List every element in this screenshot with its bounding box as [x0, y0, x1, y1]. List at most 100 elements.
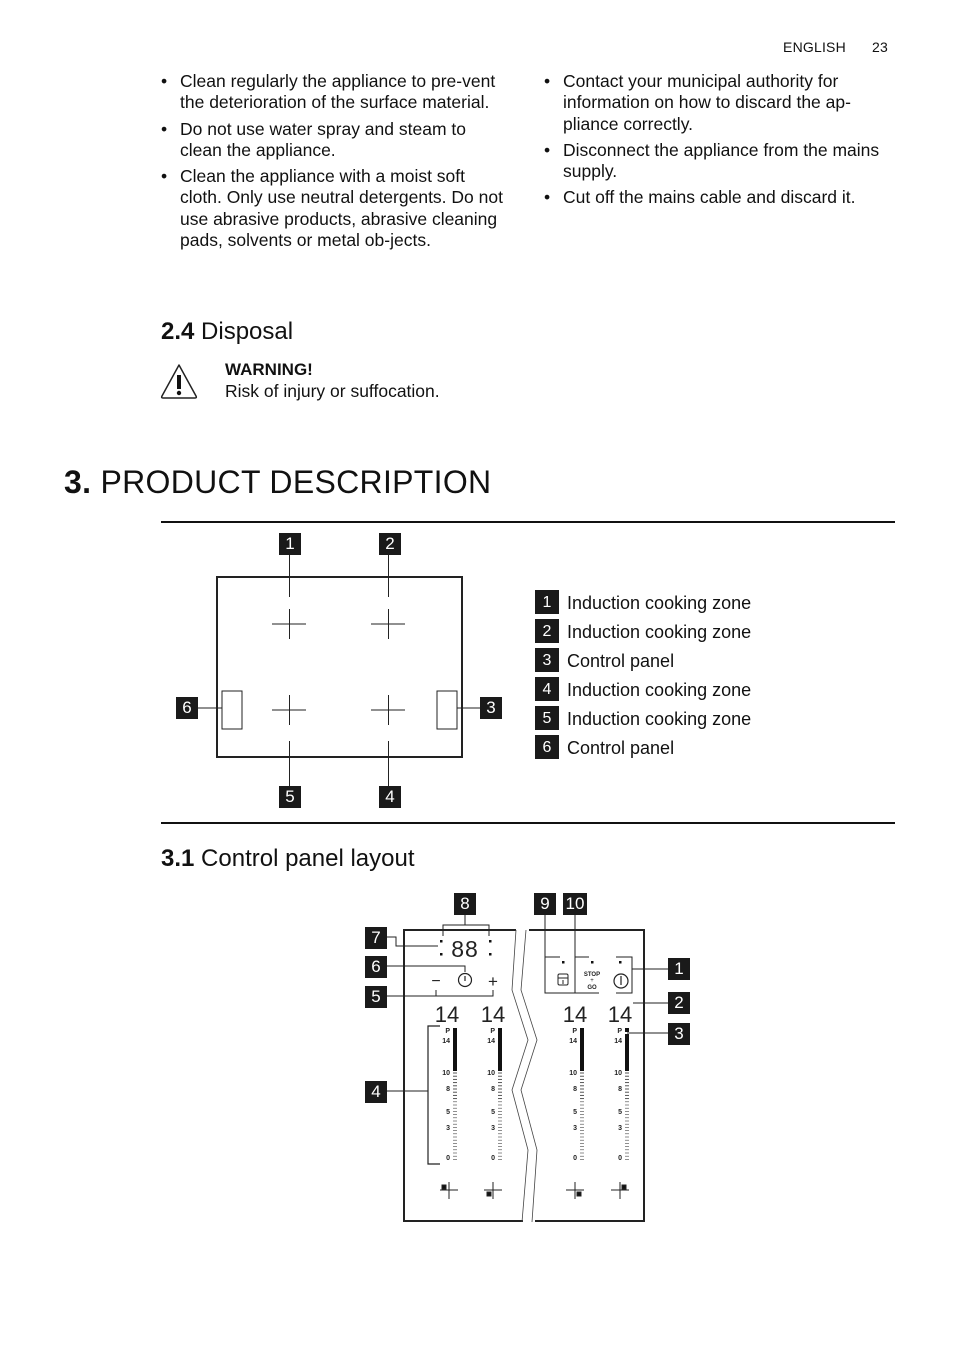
legend-label: Control panel — [567, 651, 675, 671]
zone-indicator-icon — [484, 1182, 502, 1199]
slider-scale-label: 5 — [491, 1109, 495, 1116]
slider-scale-label: 5 — [618, 1109, 622, 1116]
lock-button-frame — [544, 956, 575, 994]
callout-badge-6: 6 — [365, 956, 387, 978]
section-number: 2.4 — [161, 318, 195, 345]
legend-label: Control panel — [567, 738, 675, 758]
callout-badge-4: 4 — [379, 786, 401, 808]
page-header: ENGLISH 23 — [783, 39, 888, 55]
legend-number: 3 — [535, 648, 559, 672]
slider-scale-label: 10 — [487, 1070, 495, 1077]
callout-badge-3: 3 — [480, 697, 502, 719]
page-number: 23 — [872, 39, 888, 55]
zone-cross-1 — [272, 609, 306, 639]
callout-badge-5: 5 — [365, 986, 387, 1008]
zone-indicator-icon — [440, 1182, 458, 1199]
slider-scale-label: 14 — [442, 1038, 450, 1045]
slider-scale-label: 8 — [446, 1086, 450, 1093]
callout-badge-8: 8 — [454, 893, 476, 915]
slider-scale-label: 0 — [618, 1155, 622, 1162]
callout-badge-1: 1 — [279, 533, 301, 555]
list-item: Clean the appliance with a moist soft cl… — [161, 166, 511, 251]
power-slider[interactable]: P 14 10 8 5 3 0 — [442, 1028, 457, 1162]
list-item: Cut off the mains cable and discard it. — [544, 187, 894, 209]
slider-scale-label: 0 — [446, 1155, 450, 1162]
stop-go-button-frame — [574, 956, 599, 994]
chapter-heading: 3. PRODUCT DESCRIPTION — [64, 464, 491, 501]
zone-display-2: 14 — [481, 1002, 505, 1027]
warning-triangle-icon — [159, 362, 199, 405]
slider-scale-label: 14 — [569, 1038, 577, 1045]
power-sliders: P 14 10 8 5 3 0 P 14 10 8 5 3 0 P 14 10 8 5 3 0 P 14 10 8 5 3 0 — [442, 1028, 629, 1162]
list-item: Clean regularly the appliance to pre-ven… — [161, 71, 511, 114]
power-slider[interactable]: P 14 10 8 5 3 0 — [614, 1028, 629, 1162]
divider — [161, 822, 895, 824]
callout-badge-2: 2 — [668, 992, 690, 1014]
callout-badge-6: 6 — [176, 697, 198, 719]
slider-scale-label: 5 — [573, 1109, 577, 1116]
zone-display-1: 14 — [435, 1002, 459, 1027]
legend-item: 5 Induction cooking zone — [535, 701, 751, 730]
slider-scale-label: 8 — [618, 1086, 622, 1093]
zone-cross-2 — [371, 609, 405, 639]
chapter-title: PRODUCT DESCRIPTION — [100, 464, 492, 500]
timer-icon — [457, 972, 473, 988]
lock-icon — [557, 973, 569, 986]
list-item: Do not use water spray and steam to clea… — [161, 119, 511, 162]
zone-cross-4 — [371, 695, 405, 725]
section-heading-disposal: 2.4 Disposal — [161, 318, 293, 346]
slider-scale-label: 14 — [614, 1038, 622, 1045]
legend-item: 3 Control panel — [535, 643, 751, 672]
section-title: Control panel layout — [201, 845, 415, 872]
slider-fill — [580, 1028, 584, 1071]
break-line — [520, 929, 538, 1223]
slider-scale-label: 10 — [442, 1070, 450, 1077]
slider-scale-label: P — [572, 1028, 577, 1035]
legend-label: Induction cooking zone — [567, 709, 752, 729]
callout-badge-4: 4 — [365, 1081, 387, 1103]
legend-number: 6 — [535, 735, 559, 759]
slider-scale-label: 3 — [618, 1125, 622, 1132]
legend-label: Induction cooking zone — [567, 622, 752, 642]
disposal-bullet-list: Contact your municipal authority for inf… — [544, 71, 894, 214]
svg-text:GO: GO — [587, 985, 597, 991]
panel-frame-left — [403, 929, 516, 1222]
slider-scale-label: 10 — [614, 1070, 622, 1077]
section-number: 3.1 — [161, 845, 195, 872]
power-slider[interactable]: P 14 10 8 5 3 0 — [487, 1028, 502, 1162]
callout-badge-2: 2 — [379, 533, 401, 555]
legend-number: 5 — [535, 706, 559, 730]
slider-scale-label: 3 — [491, 1125, 495, 1132]
slider-scale-label: 10 — [569, 1070, 577, 1077]
slider-scale-label: 5 — [446, 1109, 450, 1116]
language-label: ENGLISH — [783, 39, 846, 55]
timer-display: 88 — [451, 936, 479, 962]
slider-fill — [625, 1034, 629, 1071]
power-slider[interactable]: P 14 10 8 5 3 0 — [569, 1028, 584, 1162]
legend-item: 2 Induction cooking zone — [535, 614, 751, 643]
warning-title: WARNING! — [225, 360, 313, 379]
legend-item: 4 Induction cooking zone — [535, 672, 751, 701]
legend-label: Induction cooking zone — [567, 680, 752, 700]
slider-scale-label: 3 — [446, 1125, 450, 1132]
slider-scale-label: 8 — [573, 1086, 577, 1093]
callout-badge-1: 1 — [668, 958, 690, 980]
slider-fill — [453, 1028, 457, 1071]
zone-display-3: 14 — [563, 1002, 587, 1027]
list-item: Disconnect the appliance from the mains … — [544, 140, 894, 183]
slider-scale-label: P — [617, 1028, 622, 1035]
section-title: Disposal — [201, 318, 294, 345]
care-bullet-list: Clean regularly the appliance to pre-ven… — [161, 71, 511, 256]
control-panel-left — [221, 690, 243, 730]
legend-number: 4 — [535, 677, 559, 701]
zone-indicator-icon — [611, 1182, 629, 1199]
panel-frame-right — [529, 929, 645, 1222]
chapter-number: 3. — [64, 464, 92, 500]
power-icon — [613, 973, 629, 989]
slider-scale-label: P — [445, 1028, 450, 1035]
zone-display-4: 14 — [608, 1002, 632, 1027]
break-line — [511, 929, 529, 1223]
power-button-frame — [616, 956, 633, 994]
slider-scale-label: 14 — [487, 1038, 495, 1045]
legend-number: 1 — [535, 590, 559, 614]
